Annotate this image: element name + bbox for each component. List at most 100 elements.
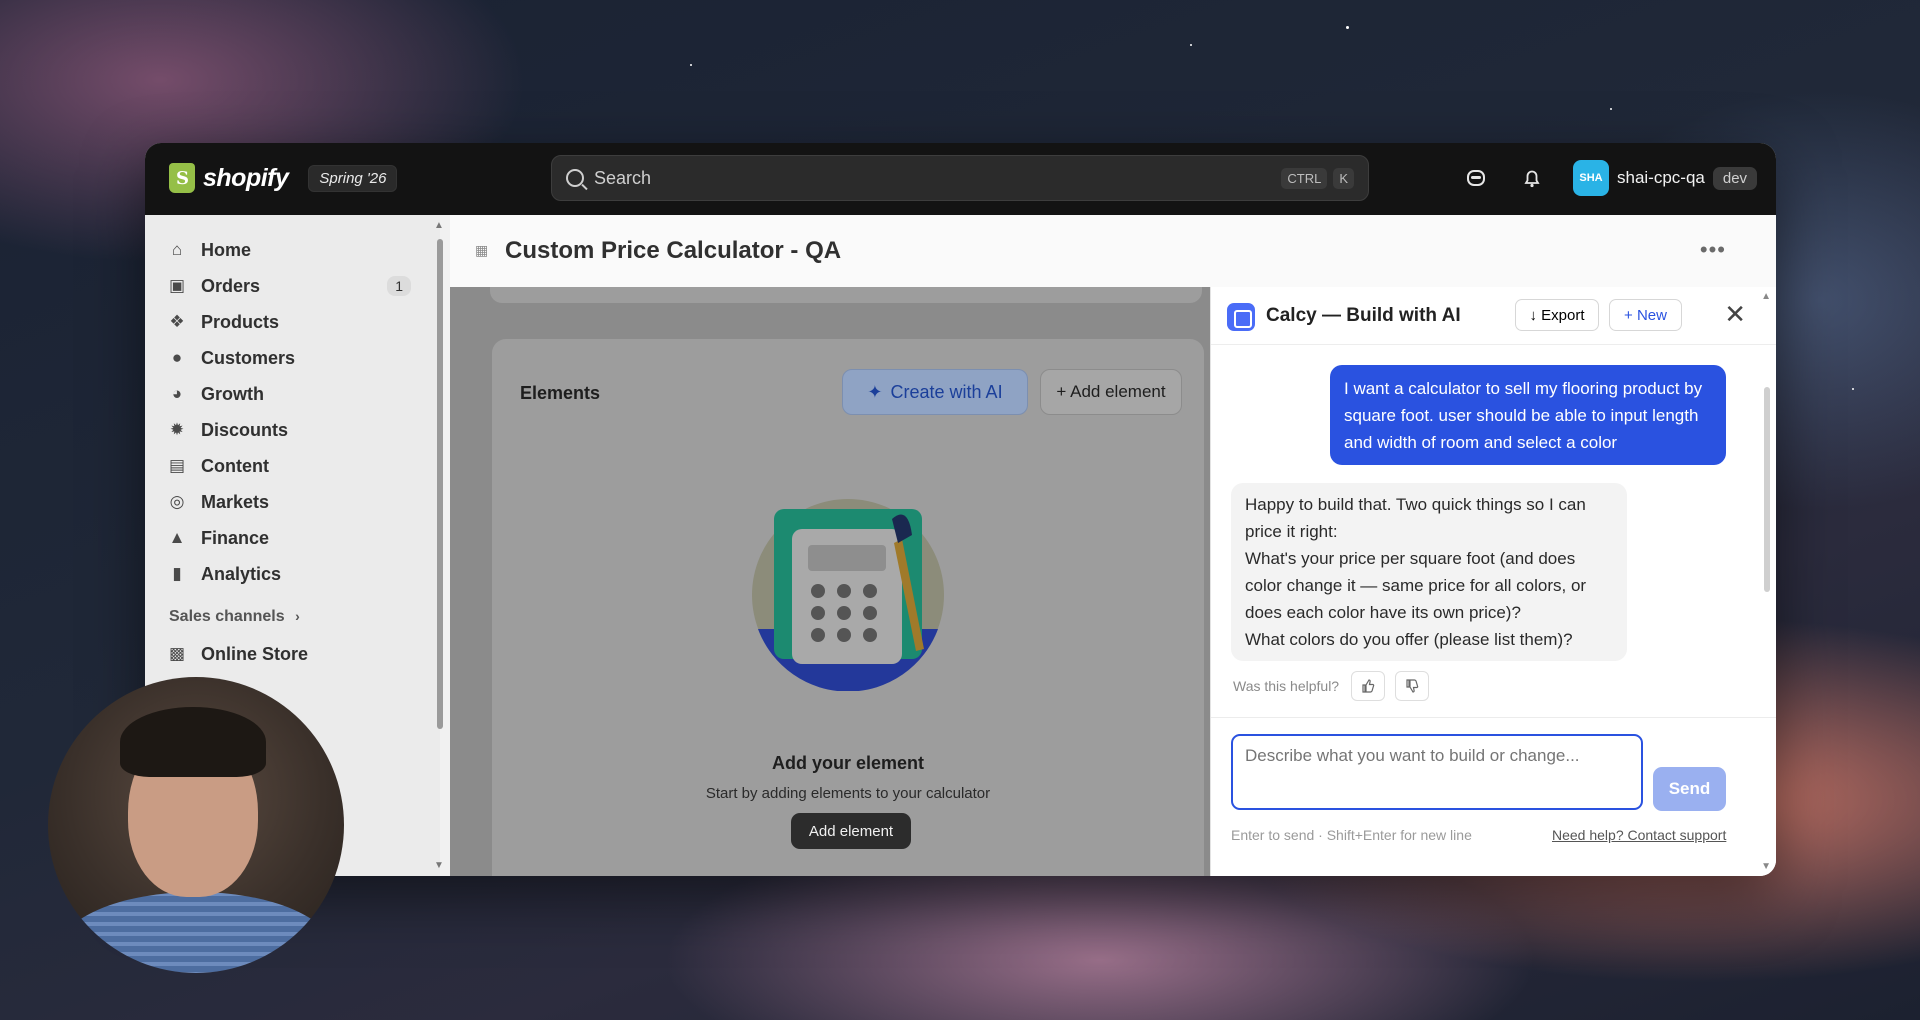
sidebar-item-label: Finance bbox=[201, 527, 270, 548]
sidebar-item-label: Discounts bbox=[201, 419, 289, 440]
logo-text: shopify bbox=[203, 163, 289, 192]
main-content: ▦ Custom Price Calculator - QA ••• Eleme… bbox=[450, 215, 1776, 876]
sidebar-item-finance[interactable]: ▲ Finance bbox=[167, 523, 417, 553]
composer-hint: Enter to send · Shift+Enter for new line bbox=[1231, 827, 1472, 843]
shopify-bag-icon bbox=[169, 163, 195, 193]
create-with-ai-button[interactable]: ✦ Create with AI bbox=[842, 369, 1028, 415]
elements-card: Elements ✦ Create with AI + Add element bbox=[492, 339, 1204, 876]
app-window: shopify Spring '26 Search CTRL K SHA sha… bbox=[145, 143, 1776, 876]
assistant-message: Happy to build that. Two quick things so… bbox=[1231, 483, 1627, 661]
sidebar-item-customers[interactable]: ● Customers bbox=[167, 343, 417, 373]
sidebar-item-analytics[interactable]: ▮ Analytics bbox=[167, 559, 417, 589]
sidebar-item-label: Content bbox=[201, 455, 269, 476]
edition-badge: Spring '26 bbox=[308, 164, 398, 192]
ai-panel-scrollbar[interactable] bbox=[1764, 387, 1770, 592]
contact-support-link[interactable]: Need help? Contact support bbox=[1552, 827, 1726, 843]
close-icon[interactable]: ✕ bbox=[1724, 301, 1746, 327]
sales-channels-label: Sales channels bbox=[169, 608, 285, 625]
search-icon bbox=[566, 169, 584, 187]
composer-divider bbox=[1211, 717, 1776, 718]
webcam-person-shirt bbox=[58, 892, 334, 973]
user-message: I want a calculator to sell my flooring … bbox=[1330, 365, 1726, 465]
content-icon: ▤ bbox=[168, 456, 186, 475]
star bbox=[1190, 44, 1192, 46]
ai-scroll-down-arrow[interactable]: ▼ bbox=[1761, 861, 1771, 872]
sidebar-item-growth[interactable]: ◕ Growth bbox=[167, 379, 417, 409]
bell-icon[interactable] bbox=[1521, 167, 1543, 189]
more-actions-button[interactable]: ••• bbox=[1700, 237, 1726, 263]
elements-title: Elements bbox=[520, 383, 601, 403]
send-button[interactable]: Send bbox=[1653, 767, 1726, 811]
sidebar-item-home[interactable]: ⌂ Home bbox=[167, 235, 417, 265]
shortcut-ctrl: CTRL bbox=[1281, 167, 1328, 189]
avatar: SHA bbox=[1573, 160, 1609, 196]
sidebar-item-online-store[interactable]: ▩ Online Store bbox=[167, 639, 417, 669]
new-chat-button[interactable]: + New bbox=[1609, 299, 1682, 331]
collapsed-card bbox=[490, 287, 1202, 303]
thumbs-up-icon[interactable] bbox=[1351, 671, 1386, 701]
search-placeholder: Search bbox=[594, 167, 652, 188]
sidebar-item-label: Growth bbox=[201, 383, 264, 404]
tag-icon: ❖ bbox=[169, 312, 185, 331]
star bbox=[1852, 388, 1854, 390]
calculator-illustration-icon bbox=[752, 499, 944, 691]
prompt-input[interactable] bbox=[1231, 734, 1643, 810]
export-button[interactable]: ↓ Export bbox=[1515, 299, 1599, 331]
search-bar[interactable]: Search CTRL K bbox=[551, 155, 1369, 201]
sparkle-icon: ✦ bbox=[867, 381, 883, 402]
orders-count-badge: 1 bbox=[387, 276, 411, 296]
page-header: ▦ Custom Price Calculator - QA ••• bbox=[450, 215, 1776, 287]
star bbox=[1346, 26, 1349, 29]
empty-state-title: Add your element bbox=[771, 753, 925, 773]
account-name: shai-cpc-qa bbox=[1617, 168, 1705, 187]
helpful-label: Was this helpful? bbox=[1233, 678, 1340, 694]
assistant-message-line: Happy to build that. Two quick things so… bbox=[1245, 495, 1586, 541]
sidebar-item-content[interactable]: ▤ Content bbox=[167, 451, 417, 481]
sidebar-scrollbar[interactable] bbox=[437, 239, 443, 729]
thumbs-down-icon[interactable] bbox=[1395, 671, 1430, 701]
webcam-person-hair bbox=[120, 707, 266, 777]
sidebar-item-markets[interactable]: ◎ Markets bbox=[167, 487, 417, 517]
sidebar-item-label: Online Store bbox=[201, 643, 309, 664]
sidebar-item-label: Analytics bbox=[201, 563, 282, 584]
sidebar-item-label: Markets bbox=[201, 491, 270, 512]
discount-icon: ✹ bbox=[169, 420, 185, 439]
sidebar-item-discounts[interactable]: ✹ Discounts bbox=[167, 415, 417, 445]
ai-panel-title: Calcy — Build with AI bbox=[1266, 305, 1461, 326]
home-icon: ⌂ bbox=[171, 240, 183, 259]
empty-state-subtitle: Start by adding elements to your calcula… bbox=[705, 785, 991, 802]
calcy-logo-icon bbox=[1227, 303, 1255, 331]
add-element-button[interactable]: + Add element bbox=[1040, 369, 1182, 415]
store-icon: ▩ bbox=[168, 644, 186, 663]
ai-scroll-up-arrow[interactable]: ▲ bbox=[1761, 291, 1771, 302]
webcam-overlay bbox=[48, 677, 344, 973]
create-with-ai-label: Create with AI bbox=[890, 381, 1003, 402]
sidebar-item-products[interactable]: ❖ Products bbox=[167, 307, 417, 337]
gauge-icon: ◕ bbox=[171, 384, 183, 403]
editor-area: Elements ✦ Create with AI + Add element bbox=[450, 287, 1210, 876]
sidebar-item-label: Customers bbox=[201, 347, 296, 368]
calculator-app-icon: ▦ bbox=[475, 242, 489, 258]
sidebar-item-orders[interactable]: ▣ Orders 1 bbox=[167, 271, 417, 301]
shopify-logo[interactable]: shopify Spring '26 bbox=[169, 163, 398, 193]
chevron-right-icon: › bbox=[295, 608, 300, 624]
orders-icon: ▣ bbox=[168, 276, 186, 295]
sidebar-item-label: Home bbox=[201, 239, 252, 260]
ai-panel-header: Calcy — Build with AI ↓ Export + New ✕ bbox=[1211, 287, 1776, 345]
assistant-message-line: What's your price per square foot (and d… bbox=[1245, 549, 1587, 622]
dev-badge: dev bbox=[1712, 166, 1758, 190]
scroll-up-arrow[interactable]: ▲ bbox=[433, 221, 445, 231]
sidekick-icon[interactable] bbox=[1465, 167, 1487, 189]
account-menu[interactable]: SHA shai-cpc-qa dev bbox=[1573, 160, 1758, 196]
page-title: Custom Price Calculator - QA bbox=[505, 237, 842, 264]
ai-chat-panel: Calcy — Build with AI ↓ Export + New ✕ I… bbox=[1210, 287, 1776, 876]
bank-icon: ▲ bbox=[168, 528, 186, 547]
star bbox=[1610, 108, 1612, 110]
globe-icon: ◎ bbox=[169, 492, 185, 511]
empty-add-element-button[interactable]: Add element bbox=[791, 813, 911, 849]
sales-channels-heading[interactable]: Sales channels › bbox=[169, 608, 300, 626]
scroll-down-arrow[interactable]: ▼ bbox=[433, 861, 445, 871]
shortcut-k: K bbox=[1333, 167, 1354, 189]
star bbox=[690, 64, 692, 66]
sidebar-item-label: Products bbox=[201, 311, 280, 332]
